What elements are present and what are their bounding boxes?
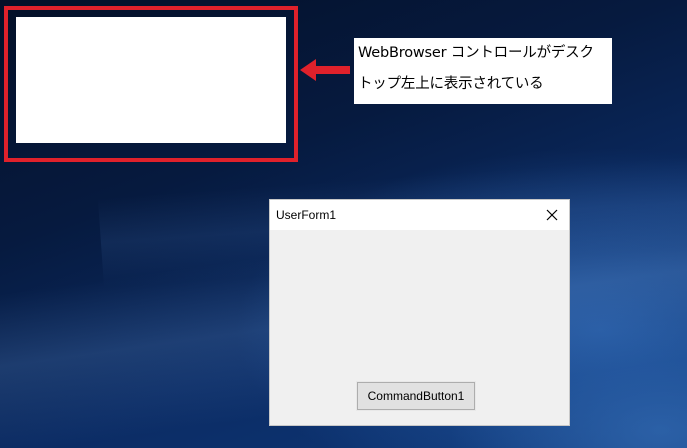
annotation-callout: WebBrowser コントロールがデスク トップ左上に表示されている [354,38,612,104]
annotation-line-1: WebBrowser コントロールがデスク [358,45,594,61]
webbrowser-control[interactable] [16,17,286,143]
arrow-left-icon [300,59,350,81]
userform-title: UserForm1 [276,208,337,222]
close-button[interactable] [535,200,569,230]
command-button[interactable]: CommandButton1 [356,381,476,411]
userform-window: UserForm1 CommandButton1 [269,199,570,426]
close-icon [546,209,558,221]
annotation-line-2: トップ左上に表示されている [358,76,544,92]
userform-titlebar[interactable]: UserForm1 [270,200,569,230]
